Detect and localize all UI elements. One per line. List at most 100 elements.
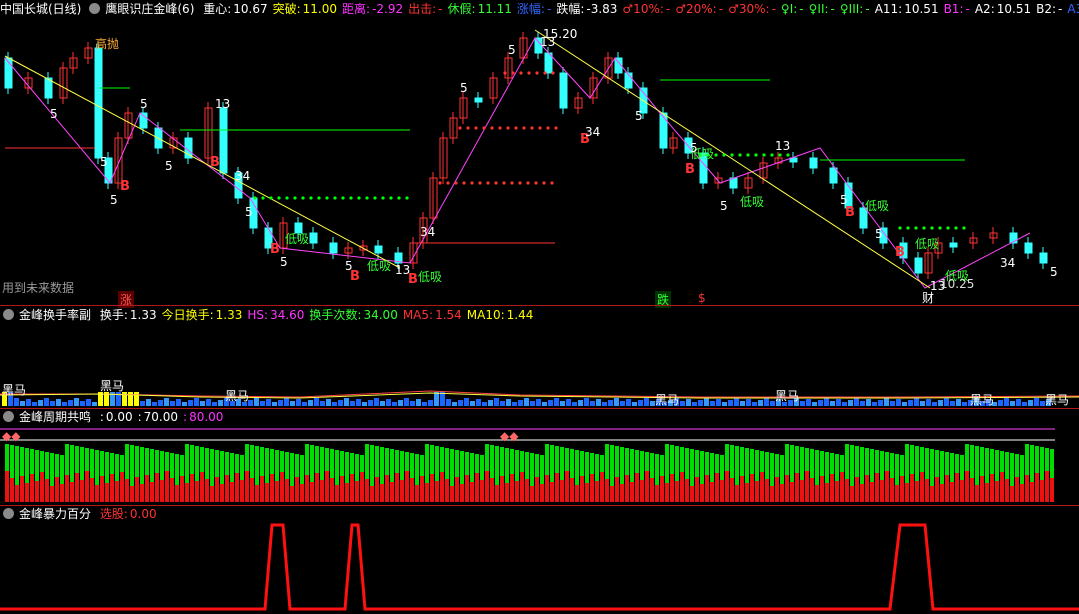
cycle-red [330, 478, 334, 502]
low-price-label: 10.25 [940, 277, 974, 291]
cycle-red [295, 477, 299, 502]
value-number: 1.54 [435, 308, 462, 322]
cycle-green [425, 444, 429, 483]
cycle-red [895, 485, 899, 502]
dot [478, 181, 482, 185]
dot [490, 126, 494, 130]
turnover-bar [398, 400, 403, 406]
dot [510, 181, 514, 185]
cycle-red [955, 473, 959, 502]
cycle-green [370, 445, 374, 486]
cycle-chart[interactable]: ◆◆ ◆◆ [0, 426, 1079, 505]
turnover-bar [866, 399, 871, 406]
dark-horse-tag: 黑马 [775, 389, 799, 403]
candle [219, 107, 228, 174]
turnover-bar [284, 398, 289, 406]
cycle-red [540, 484, 544, 502]
turnover-bar [758, 400, 763, 406]
cycle-red [50, 486, 54, 502]
power-chart[interactable] [0, 523, 1079, 614]
turnover-bar [62, 402, 67, 406]
dot [534, 181, 538, 185]
cycle-red [670, 474, 674, 502]
dot [906, 226, 910, 230]
cycle-green [645, 452, 649, 471]
cycle-green [415, 454, 419, 485]
cycle-green [195, 446, 199, 481]
value-label: B2: [1036, 2, 1057, 16]
value-number: 80.00 [189, 410, 224, 424]
dot [502, 181, 506, 185]
gear-icon[interactable] [3, 309, 14, 320]
dot [538, 126, 542, 130]
cycle-red [45, 479, 49, 502]
value-item: B1: - [944, 2, 970, 16]
dot [535, 71, 539, 75]
cycle-red [950, 482, 954, 502]
dot [261, 196, 265, 200]
cycle-green [60, 455, 64, 484]
cycle-red [70, 482, 74, 502]
power-title[interactable]: 金峰暴力百分 [19, 507, 91, 521]
cycle-green [120, 455, 124, 472]
cycle-green [485, 444, 489, 471]
turnover-bar [686, 399, 691, 406]
turnover-bar [152, 402, 157, 406]
turnover-bar [962, 402, 967, 406]
cycle-red [920, 472, 924, 502]
cycle-green [845, 444, 849, 479]
turnover-bar [74, 398, 79, 406]
cycle-red [210, 486, 214, 502]
peak-price-label: 15.20 [543, 27, 577, 41]
cycle-red [255, 485, 259, 502]
cycle-red [80, 480, 84, 502]
stock-title[interactable]: 中国长城(日线) [0, 2, 81, 16]
cycle-red [930, 486, 934, 502]
cycle-green [540, 455, 544, 484]
dot [454, 181, 458, 185]
value-number: 1.33 [215, 308, 243, 322]
cycle-green [935, 450, 939, 477]
value-number: 0.00 [129, 507, 157, 521]
dark-horse-tag: 黑马 [100, 379, 124, 393]
value-number: 34.00 [363, 308, 398, 322]
turnover-bar [692, 402, 697, 406]
turnover-bar [272, 402, 277, 406]
turnover-chart[interactable]: 黑马 黑马黑马 黑马 黑马 黑马 黑马 [0, 324, 1079, 408]
cycle-green [85, 448, 89, 471]
turnover-bar [38, 400, 43, 406]
dot [778, 153, 782, 157]
main-kline-chart[interactable]: BBBB BBBBB低吸低吸低吸低吸低吸 低吸低吸低吸55555133455 5 133… [0, 18, 1079, 305]
gear-icon[interactable] [3, 411, 14, 422]
value-label: : [99, 410, 104, 424]
cycle-red [545, 475, 549, 502]
turnover-bar [278, 400, 283, 406]
cycle-green [890, 453, 894, 478]
cycle-green [970, 445, 974, 478]
cycle-red [395, 473, 399, 502]
cycle-green [580, 451, 584, 476]
cycle-green [835, 454, 839, 481]
cycle-title[interactable]: 金峰周期共鸣 [19, 410, 91, 424]
cycle-green [910, 445, 914, 474]
cycle-green [1010, 453, 1014, 486]
turnover-bar [218, 400, 223, 406]
cycle-red [610, 486, 614, 502]
cycle-green [810, 449, 814, 478]
turnover-title[interactable]: 金峰换手率副 [19, 308, 91, 322]
cycle-green [20, 447, 24, 476]
cycle-green [730, 445, 734, 478]
cycle-red [925, 479, 929, 502]
indicator-name[interactable]: 鹰眼识庄金峰(6) [105, 2, 194, 16]
cycle-red [980, 476, 984, 502]
turnover-bar [530, 401, 535, 406]
turnover-bar [806, 399, 811, 406]
turnover-bar [86, 399, 91, 406]
turnover-bar [632, 402, 637, 406]
gear-icon[interactable] [89, 3, 101, 14]
turnover-bar [332, 402, 337, 406]
cycle-red [220, 484, 224, 502]
cycle-red [60, 484, 64, 502]
gear-icon[interactable] [3, 508, 14, 519]
cycle-red [865, 475, 869, 502]
